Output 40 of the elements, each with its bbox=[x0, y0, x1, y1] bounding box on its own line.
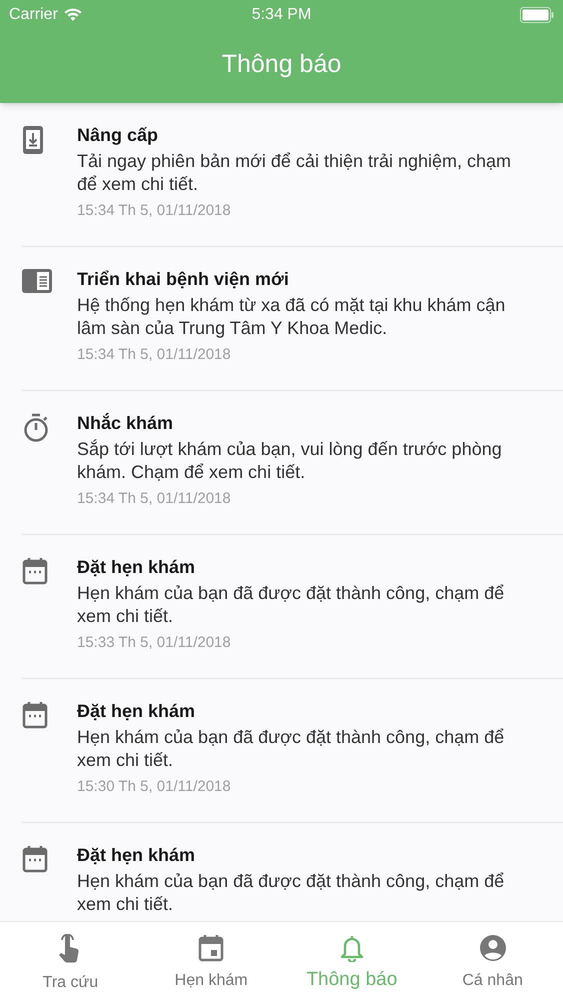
notification-title: Triển khai bệnh viện mới bbox=[77, 268, 290, 291]
phone-download-icon bbox=[22, 125, 44, 155]
notification-item[interactable]: Nâng cấp Tải ngay phiên bản mới để cải thiện trải nghiệm, chạm để xem chi tiết. 15:34 Th 5, 01/11/2018 bbox=[0, 103, 563, 246]
notification-time: 15:34 Th 5, 01/11/2018 bbox=[77, 489, 232, 509]
notification-time: 15:33 Th 5, 01/11/2018 bbox=[77, 633, 232, 653]
notification-body: Hệ thống hẹn khám từ xa đã có mặt tại khu khám cận lâm sàn của Trung Tâm Y Khoa Medic. bbox=[77, 294, 506, 340]
stopwatch-icon bbox=[22, 413, 50, 443]
notification-body: Hẹn khám của bạn đã được đặt thành công, chạm để xem chi tiết. bbox=[77, 870, 506, 916]
notification-item[interactable]: Đặt hẹn khám Hẹn khám của bạn đã được đặt thành công, chạm để xem chi tiết. 15:30 Th 5, 01/11/2018 bbox=[0, 679, 563, 822]
tab-button[interactable]: Cá nhân bbox=[422, 922, 563, 1000]
notification-body: Hẹn khám của bạn đã được đặt thành công, chạm để xem chi tiết. bbox=[77, 582, 506, 628]
notification-time: 15:34 Th 5, 01/11/2018 bbox=[77, 201, 232, 221]
account-icon bbox=[478, 934, 507, 962]
panel-icon bbox=[22, 269, 52, 293]
notification-title: Đặt hẹn khám bbox=[77, 556, 196, 579]
notification-body: Sắp tới lượt khám của bạn, vui lòng đến trước phòng khám. Chạm để xem chi tiết. bbox=[77, 438, 503, 484]
tab-button[interactable]: Tra cứu bbox=[0, 922, 141, 1000]
calendar-icon bbox=[22, 701, 48, 729]
notification-title: Đặt hẹn khám bbox=[77, 844, 196, 867]
notification-title: Nhắc khám bbox=[77, 412, 174, 435]
notification-item[interactable]: Đặt hẹn khám Hẹn khám của bạn đã được đặt thành công, chạm để xem chi tiết. 15:33 Th 5, 01/11/2018 bbox=[0, 535, 563, 678]
screen-title: Thông báo bbox=[222, 48, 342, 80]
tab-button[interactable]: Hẹn khám bbox=[140, 922, 282, 1000]
notification-item[interactable]: Triển khai bệnh viện mới Hệ thống hẹn khám từ xa đã có mặt tại khu khám cận lâm sàn của Trung Tâm Y Khoa Medic. 15:34 Th 5, 01/11/2018 bbox=[0, 247, 563, 390]
notification-title: Đặt hẹn khám bbox=[77, 700, 196, 723]
notification-item[interactable]: Đặt hẹn khám Hẹn khám của bạn đã được đặt thành công, chạm để xem chi tiết. bbox=[0, 823, 563, 921]
notification-time: 15:30 Th 5, 01/11/2018 bbox=[77, 777, 232, 797]
notification-body: Hẹn khám của bạn đã được đặt thành công, chạm để xem chi tiết. bbox=[77, 726, 506, 772]
calendar-icon bbox=[22, 557, 48, 585]
notification-time: 15:34 Th 5, 01/11/2018 bbox=[77, 345, 232, 365]
notification-title: Nâng cấp bbox=[77, 124, 160, 147]
battery-icon bbox=[520, 7, 554, 23]
status-time: 5:34 PM bbox=[252, 5, 312, 25]
wifi-icon bbox=[64, 8, 82, 22]
calendar-icon bbox=[22, 845, 48, 873]
bell-icon bbox=[340, 934, 364, 962]
calendar-icon bbox=[198, 934, 224, 962]
carrier-label: Carrier bbox=[9, 5, 58, 25]
notification-item[interactable]: Nhắc khám Sắp tới lượt khám của bạn, vui lòng đến trước phòng khám. Chạm để xem chi tiết. 15:34 Th 5, 01/11/2018 bbox=[0, 391, 563, 534]
notification-body: Tải ngay phiên bản mới để cải thiện trải nghiệm, chạm để xem chi tiết. bbox=[77, 150, 512, 196]
